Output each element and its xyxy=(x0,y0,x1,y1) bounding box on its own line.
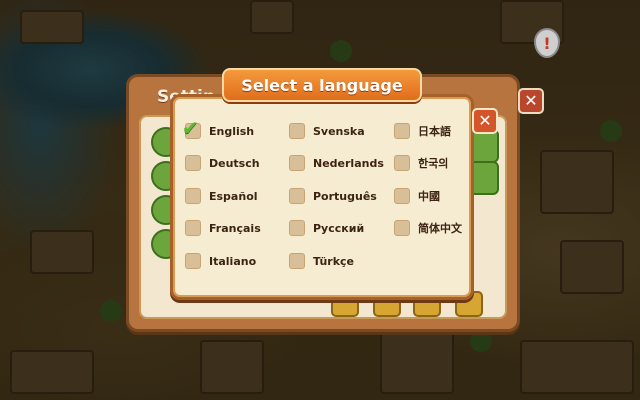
language-label: English xyxy=(209,124,255,138)
checkbox[interactable] xyxy=(394,123,410,139)
language-option-italiano[interactable]: Italiano xyxy=(185,252,256,270)
language-option-svenska[interactable]: Svenska xyxy=(289,122,365,140)
checkbox[interactable] xyxy=(185,188,201,204)
checkbox[interactable] xyxy=(394,220,410,236)
language-label: Türkçe xyxy=(313,254,355,268)
language-option-turkce[interactable]: Türkçe xyxy=(289,252,354,270)
language-label: 简体中文 xyxy=(418,222,462,235)
checkbox[interactable] xyxy=(394,188,410,204)
settings-close-button[interactable]: ✕ xyxy=(518,88,544,114)
language-label: Deutsch xyxy=(209,156,260,170)
language-option-espanol[interactable]: Español xyxy=(185,187,258,205)
language-option-deutsch[interactable]: Deutsch xyxy=(185,154,260,172)
language-label: Русский xyxy=(313,221,365,235)
checkbox[interactable] xyxy=(394,155,410,171)
close-icon: ✕ xyxy=(478,111,492,130)
language-label: Nederlands xyxy=(313,156,384,170)
language-label: 한국의 xyxy=(418,157,449,170)
checkbox[interactable] xyxy=(289,123,305,139)
language-label: 中國 xyxy=(418,190,440,203)
checkbox[interactable]: ✔ xyxy=(182,116,201,140)
checkmark-icon: ✔ xyxy=(182,116,199,140)
language-label: Français xyxy=(209,221,261,235)
checkbox[interactable] xyxy=(289,220,305,236)
language-option-nederlands[interactable]: Nederlands xyxy=(289,154,384,172)
language-option-english[interactable]: ✔ English xyxy=(182,116,255,140)
language-option-japanese[interactable]: 日本語 xyxy=(394,122,451,140)
checkbox[interactable] xyxy=(289,155,305,171)
checkbox[interactable] xyxy=(289,188,305,204)
language-label: Svenska xyxy=(313,124,365,138)
language-option-russian[interactable]: Русский xyxy=(289,219,364,237)
language-label: 日本語 xyxy=(418,125,451,138)
language-label: Español xyxy=(209,189,258,203)
language-label: Italiano xyxy=(209,254,257,268)
language-label: Português xyxy=(313,189,377,203)
language-option-korean[interactable]: 한국의 xyxy=(394,154,448,172)
checkbox[interactable] xyxy=(289,253,305,269)
language-option-chinese-simplified[interactable]: 简体中文 xyxy=(394,219,462,237)
language-close-button[interactable]: ✕ xyxy=(472,108,498,134)
language-option-portugues[interactable]: Português xyxy=(289,187,377,205)
checkbox[interactable] xyxy=(185,253,201,269)
language-dialog-header: Select a language xyxy=(222,68,422,102)
language-option-francais[interactable]: Français xyxy=(185,219,261,237)
language-dialog-title: Select a language xyxy=(241,75,403,95)
checkbox[interactable] xyxy=(185,155,201,171)
checkbox[interactable] xyxy=(185,220,201,236)
language-option-chinese-traditional[interactable]: 中國 xyxy=(394,187,440,205)
